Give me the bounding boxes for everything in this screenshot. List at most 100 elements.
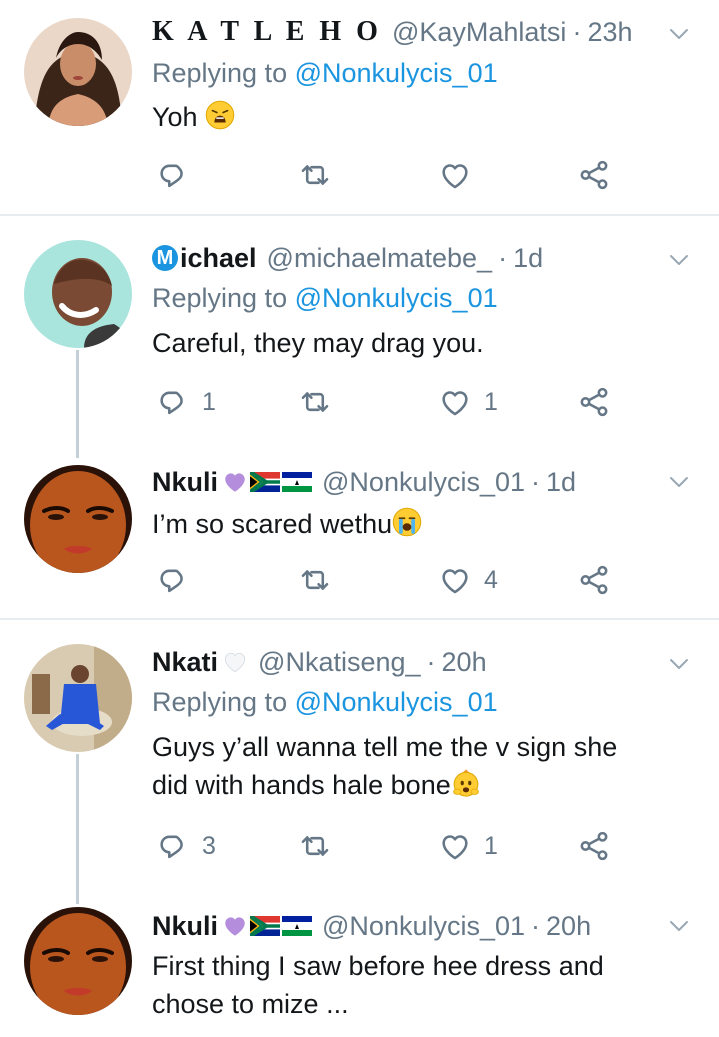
tweet-text: Careful, they may drag you. xyxy=(152,328,484,358)
user-handle[interactable]: @Nkatiseng_ xyxy=(258,647,421,678)
tweet-text: Yoh xyxy=(152,98,692,136)
avatar-image xyxy=(24,644,132,752)
tweet-header: Nkuli @Nonkulycis_01 · 1d xyxy=(152,465,576,499)
heart-icon xyxy=(438,563,472,597)
display-name[interactable]: ichael xyxy=(180,243,257,274)
tweet-header: M ichael @michaelmatebe_ · 1d xyxy=(152,241,543,275)
like-button[interactable]: 4 xyxy=(438,562,498,598)
display-name[interactable]: Nkati xyxy=(152,647,218,678)
weary-face-emoji-icon xyxy=(205,100,235,130)
retweet-icon xyxy=(298,563,332,597)
divider xyxy=(0,214,719,216)
crying-face-emoji-icon xyxy=(392,507,422,537)
chevron-down-icon[interactable] xyxy=(667,248,691,272)
chevron-down-icon[interactable] xyxy=(667,914,691,938)
tweet-header: Nkati @Nkatiseng_ · 20h xyxy=(152,645,487,679)
chevron-down-icon[interactable] xyxy=(667,22,691,46)
share-button[interactable] xyxy=(577,157,611,193)
white-heart-emoji-icon xyxy=(222,649,248,675)
chevron-down-icon[interactable] xyxy=(667,470,691,494)
like-button[interactable]: 1 xyxy=(438,384,498,420)
share-icon xyxy=(577,829,611,863)
user-handle[interactable]: @Nonkulycis_01 xyxy=(322,467,525,498)
like-button[interactable]: 1 xyxy=(438,828,498,864)
display-name[interactable]: Nkuli xyxy=(152,467,218,498)
separator: · xyxy=(531,466,541,497)
like-button[interactable] xyxy=(438,157,484,193)
user-handle[interactable]: @michaelmatebe_ xyxy=(267,243,493,274)
heart-icon xyxy=(438,158,472,192)
tweet-actions: 3 1 xyxy=(152,828,622,864)
user-handle[interactable]: @KayMahlatsi xyxy=(392,17,566,48)
avatar-image xyxy=(24,18,132,126)
like-count: 1 xyxy=(484,387,498,416)
replying-to: Replying to @Nonkulycis_01 xyxy=(152,58,498,89)
reply-icon xyxy=(156,385,190,419)
timestamp[interactable]: 20h xyxy=(546,911,591,942)
reply-icon xyxy=(156,829,190,863)
retweet-button[interactable] xyxy=(298,384,332,420)
timestamp[interactable]: 1d xyxy=(513,243,543,274)
tweet-actions: 4 xyxy=(152,562,622,598)
reply-button[interactable] xyxy=(156,157,202,193)
tweet-header: K A T L E H O @KayMahlatsi · 23h xyxy=(152,15,633,49)
mention-link[interactable]: @Nonkulycis_01 xyxy=(295,58,498,88)
tweet-text-line: First thing I saw before hee dress and xyxy=(152,951,604,981)
retweet-icon xyxy=(298,829,332,863)
retweet-button[interactable] xyxy=(298,562,332,598)
timestamp[interactable]: 1d xyxy=(546,467,576,498)
divider xyxy=(0,618,719,620)
separator: · xyxy=(498,242,508,273)
separator: · xyxy=(531,910,541,941)
tweet-actions: 1 1 xyxy=(152,384,622,420)
tweet-text: Guys y’all wanna tell me the v sign she … xyxy=(152,728,692,804)
tweet-text-content: Yoh xyxy=(152,102,198,132)
purple-heart-emoji-icon xyxy=(222,913,248,939)
reply-button[interactable]: 1 xyxy=(156,384,216,420)
replying-to: Replying to @Nonkulycis_01 xyxy=(152,283,498,314)
share-icon xyxy=(577,563,611,597)
avatar-image xyxy=(24,907,132,1015)
retweet-button[interactable] xyxy=(298,157,332,193)
reply-count: 3 xyxy=(202,831,216,860)
lesotho-flag-icon xyxy=(282,916,312,936)
share-button[interactable] xyxy=(577,384,611,420)
avatar-image xyxy=(24,465,132,573)
tweet-text: First thing I saw before hee dress and c… xyxy=(152,947,692,1023)
reply-button[interactable] xyxy=(156,562,202,598)
heart-icon xyxy=(438,385,472,419)
tweet-text-line: chose to mize ... xyxy=(152,989,349,1019)
heart-icon xyxy=(438,829,472,863)
avatar[interactable] xyxy=(24,907,132,1015)
avatar[interactable] xyxy=(24,644,132,752)
avatar[interactable] xyxy=(24,465,132,573)
tweet-actions xyxy=(152,157,622,193)
retweet-icon xyxy=(298,385,332,419)
avatar[interactable] xyxy=(24,18,132,126)
display-name[interactable]: Nkuli xyxy=(152,911,218,942)
thread-connector xyxy=(76,754,79,904)
timestamp[interactable]: 20h xyxy=(442,647,487,678)
replying-to-label: Replying to xyxy=(152,58,295,88)
retweet-button[interactable] xyxy=(298,828,332,864)
avatar[interactable] xyxy=(24,240,132,348)
mention-link[interactable]: @Nonkulycis_01 xyxy=(295,283,498,313)
south-africa-flag-icon xyxy=(250,472,280,492)
separator: · xyxy=(572,16,582,47)
avatar-image xyxy=(24,240,132,348)
display-name[interactable]: K A T L E H O xyxy=(152,16,382,48)
lesotho-flag-icon xyxy=(282,472,312,492)
chevron-down-icon[interactable] xyxy=(667,652,691,676)
share-icon xyxy=(577,385,611,419)
south-africa-flag-icon xyxy=(250,916,280,936)
timestamp[interactable]: 23h xyxy=(587,17,632,48)
fearful-face-emoji-icon xyxy=(451,768,481,798)
replying-to-label: Replying to xyxy=(152,687,295,717)
user-handle[interactable]: @Nonkulycis_01 xyxy=(322,911,525,942)
thread-connector xyxy=(76,350,79,458)
reply-button[interactable]: 3 xyxy=(156,828,216,864)
retweet-icon xyxy=(298,158,332,192)
mention-link[interactable]: @Nonkulycis_01 xyxy=(295,687,498,717)
share-button[interactable] xyxy=(577,828,611,864)
share-button[interactable] xyxy=(577,562,611,598)
